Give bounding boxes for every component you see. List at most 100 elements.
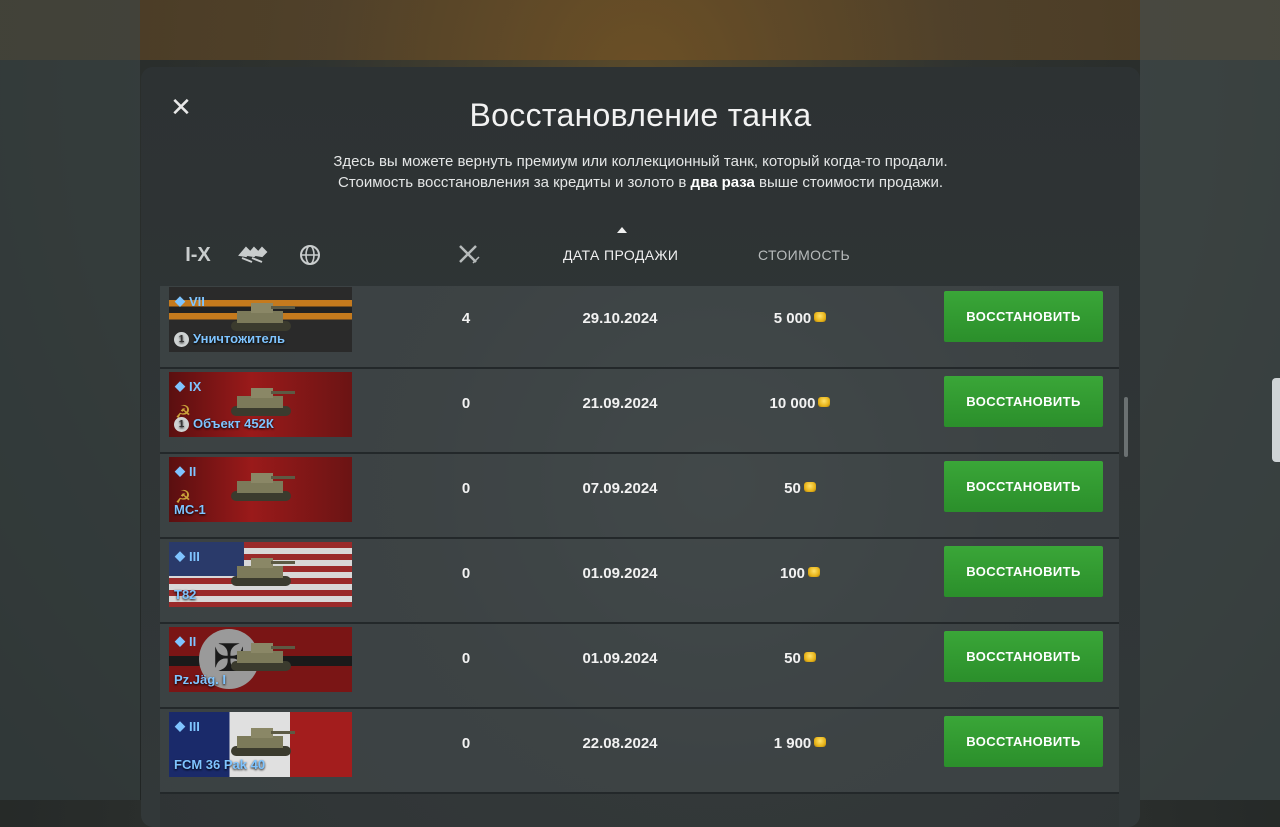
gold-coin-icon: [808, 567, 821, 578]
cost-value: 1 900: [773, 735, 812, 752]
battles-count: 0: [461, 735, 471, 752]
battles-column-icon[interactable]: [457, 243, 481, 267]
mastery-badge: 1: [174, 332, 189, 347]
tank-name: Объект 452К: [193, 415, 274, 431]
tank-name-wrap: Pz.Jäg. I: [174, 672, 226, 687]
tier-label: ◆ II: [175, 463, 196, 479]
tank-name: Pz.Jäg. I: [174, 672, 227, 687]
tank-icon: [231, 643, 295, 671]
list-scrollbar[interactable]: [1124, 397, 1128, 457]
restore-cost: 5 000: [720, 286, 880, 353]
tank-list[interactable]: ◆ VII 1 Уничтожитель 4 29.10.2024 5 000 ВОССТАН…: [160, 286, 1119, 827]
battles-count: 0: [461, 565, 471, 582]
sort-ascending-icon: [617, 227, 627, 233]
nation-filter-globe-icon[interactable]: [293, 242, 327, 268]
cost-value: 100: [779, 565, 806, 582]
tier-label: ◆ III: [175, 718, 200, 734]
tank-class-icon: ◆: [175, 633, 185, 648]
battles-count: 0: [461, 650, 471, 667]
gold-coin-icon: [818, 397, 831, 408]
restore-button[interactable]: ВОССТАНОВИТЬ: [944, 461, 1103, 512]
description-text-end: выше стоимости продажи.: [754, 174, 943, 191]
restore-button[interactable]: ВОССТАНОВИТЬ: [944, 376, 1103, 427]
restore-button[interactable]: ВОССТАНОВИТЬ: [944, 716, 1103, 767]
restore-cost: 100: [720, 539, 880, 608]
description-text: Стоимость восстановления за кредиты и зо…: [337, 174, 691, 191]
tank-icon: [231, 728, 295, 756]
sale-date: 29.10.2024: [582, 310, 658, 327]
tier-label: ◆ IX: [175, 378, 201, 394]
restore-cost: 50: [720, 454, 880, 523]
tank-thumbnail: ☭ ◆ II МС-1: [169, 457, 352, 522]
tank-name-wrap: FCM 36 Pak 40: [174, 757, 265, 772]
gold-coin-icon: [803, 482, 816, 493]
gold-coin-icon: [803, 652, 816, 663]
restore-cost: 1 900: [720, 709, 880, 778]
tier-label: ◆ III: [175, 548, 200, 564]
tank-name: Уничтожитель: [193, 330, 286, 346]
tank-class-icon: ◆: [175, 718, 185, 733]
tank-row[interactable]: ◆ III FCM 36 Pak 40 0 22.08.2024 1 900 ВОССТАН…: [160, 709, 1119, 794]
tank-name: T82: [174, 587, 197, 602]
side-panel-handle[interactable]: [1272, 378, 1280, 462]
tank-name: МС-1: [174, 502, 206, 517]
tier-value: III: [189, 718, 200, 734]
tier-label: ◆ II: [175, 633, 196, 649]
description-line-2: Стоимость восстановления за кредиты и зо…: [141, 172, 1140, 193]
tier-value: IX: [189, 378, 202, 394]
column-sale-date[interactable]: ДАТА ПРОДАЖИ: [563, 247, 678, 263]
tier-value: III: [189, 548, 200, 564]
gold-coin-icon: [814, 737, 827, 748]
tank-icon: [231, 558, 295, 586]
tank-thumbnail: ◆ VII 1 Уничтожитель: [169, 287, 352, 352]
tier-value: II: [189, 633, 197, 649]
cost-value: 5 000: [773, 310, 812, 327]
sale-date: 07.09.2024: [582, 480, 658, 497]
battles-count: 0: [461, 480, 471, 497]
tank-row[interactable]: ✠ ◆ II Pz.Jäg. I 0 01.09.2024 50 ВОССТАНОВИТЬ: [160, 624, 1119, 709]
gold-coin-icon: [814, 312, 827, 323]
tank-name-wrap: МС-1: [174, 502, 206, 517]
tank-class-icon: ◆: [175, 548, 185, 563]
sale-date: 01.09.2024: [582, 565, 658, 582]
tank-class-icon: ◆: [175, 378, 185, 393]
tank-name-wrap: T82: [174, 587, 196, 602]
tank-thumbnail: ◆ III FCM 36 Pak 40: [169, 712, 352, 777]
column-cost[interactable]: СТОИМОСТЬ: [758, 247, 850, 263]
tank-row[interactable]: ☭ ◆ II МС-1 0 07.09.2024 50 ВОССТАНОВИТЬ: [160, 454, 1119, 539]
filter-bar: I-X: [181, 242, 327, 268]
tier-value: II: [189, 463, 197, 479]
tank-row[interactable]: ◆ III T82 0 01.09.2024 100 ВОССТАНОВИТЬ: [160, 539, 1119, 624]
cost-value: 50: [784, 480, 801, 497]
tank-thumbnail: ✠ ◆ II Pz.Jäg. I: [169, 627, 352, 692]
tank-row[interactable]: ☭ ◆ IX 1 Объект 452К 0 21.09.2024 10 000 ВОССТАН…: [160, 369, 1119, 454]
cost-value: 50: [784, 650, 801, 667]
tank-thumbnail: ☭ ◆ IX 1 Объект 452К: [169, 372, 352, 437]
tier-filter[interactable]: I-X: [181, 242, 215, 268]
tank-class-icon: ◆: [175, 463, 185, 478]
tank-row[interactable]: ◆ VII 1 Уничтожитель 4 29.10.2024 5 000 ВОССТАН…: [160, 286, 1119, 369]
dialog-description: Здесь вы можете вернуть премиум или колл…: [141, 151, 1140, 193]
mastery-badge: 1: [174, 417, 189, 432]
dialog-title: Восстановление танка: [469, 97, 812, 133]
restore-cost: 50: [720, 624, 880, 693]
restore-button[interactable]: ВОССТАНОВИТЬ: [944, 631, 1103, 682]
sale-date: 21.09.2024: [582, 395, 658, 412]
restore-button[interactable]: ВОССТАНОВИТЬ: [944, 291, 1103, 342]
restore-cost: 10 000: [720, 369, 880, 438]
cost-value: 10 000: [769, 395, 816, 412]
restore-tank-dialog: ✕ Восстановление танка Здесь вы можете в…: [141, 67, 1140, 827]
description-line-1: Здесь вы можете вернуть премиум или колл…: [333, 153, 948, 170]
battles-count: 4: [461, 310, 471, 327]
tank-icon: [231, 473, 295, 501]
tier-label: ◆ VII: [175, 293, 205, 309]
tank-thumbnail: ◆ III T82: [169, 542, 352, 607]
sale-date: 22.08.2024: [582, 735, 658, 752]
vehicle-type-filter-icon[interactable]: [237, 242, 271, 268]
tank-name: FCM 36 Pak 40: [174, 757, 266, 772]
tier-value: VII: [189, 293, 205, 309]
battles-count: 0: [461, 395, 471, 412]
restore-button[interactable]: ВОССТАНОВИТЬ: [944, 546, 1103, 597]
tank-name-wrap: 1 Объект 452К: [174, 416, 274, 432]
tank-class-icon: ◆: [175, 293, 185, 308]
